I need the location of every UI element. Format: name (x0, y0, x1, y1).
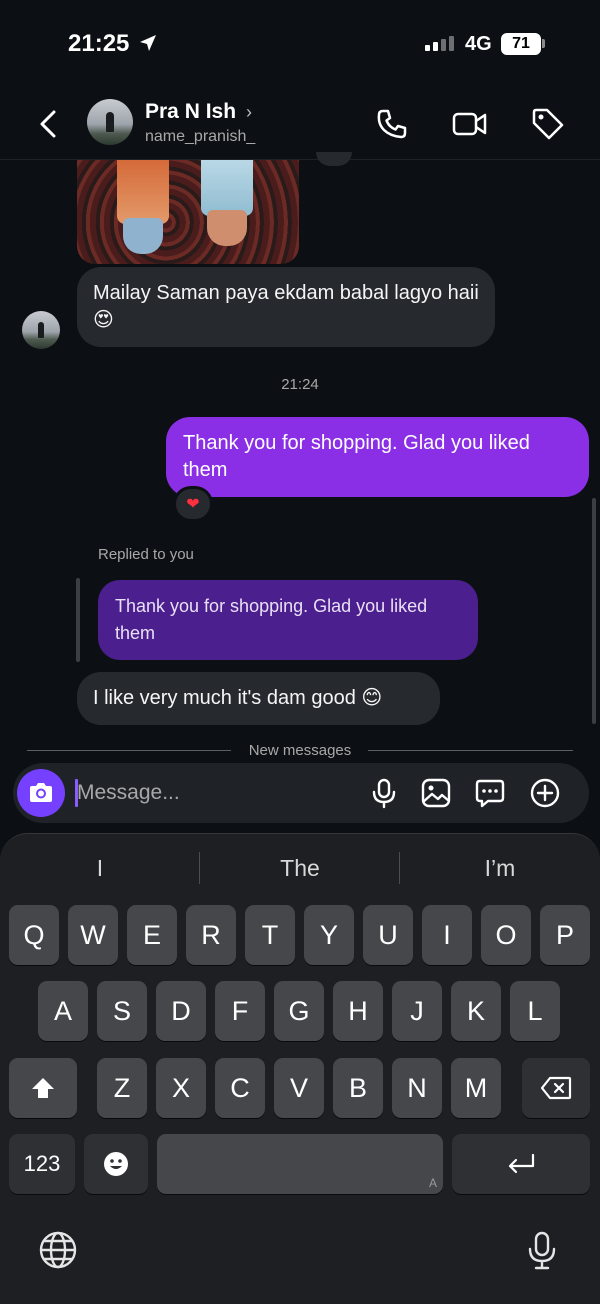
suggestion[interactable]: I (1, 846, 199, 890)
tag-icon[interactable] (530, 106, 566, 142)
backspace-icon (540, 1076, 572, 1100)
key[interactable]: T (245, 905, 295, 965)
back-arrow-icon[interactable] (32, 104, 64, 144)
chat-scrollbar[interactable] (592, 498, 596, 724)
cell-signal-icon (425, 36, 454, 51)
return-key[interactable] (452, 1134, 590, 1194)
microphone-icon[interactable] (368, 777, 400, 809)
shared-photo[interactable] (77, 160, 299, 264)
key[interactable]: B (333, 1058, 383, 1118)
reply-indicator-bar (76, 578, 80, 662)
heart-icon: ❤ (186, 496, 200, 513)
message-composer (13, 763, 589, 823)
key[interactable]: Q (9, 905, 59, 965)
emoji-icon (104, 1152, 128, 1176)
incoming-message-bubble[interactable]: Mailay Saman paya ekdam babal lagyo haii… (77, 267, 495, 347)
globe-icon[interactable] (38, 1230, 78, 1270)
key[interactable]: V (274, 1058, 324, 1118)
message-input[interactable] (77, 775, 347, 811)
key[interactable]: C (215, 1058, 265, 1118)
quoted-message-bubble[interactable]: Thank you for shopping. Glad you liked t… (98, 580, 478, 660)
key[interactable]: Y (304, 905, 354, 965)
backspace-key[interactable] (522, 1058, 590, 1118)
shift-key[interactable] (9, 1058, 77, 1118)
dictation-mic-icon[interactable] (522, 1230, 562, 1270)
key[interactable]: I (422, 905, 472, 965)
status-bar: 21:25 4G 71 (0, 0, 600, 88)
battery-level: 71 (512, 35, 530, 52)
contact-username[interactable]: name_pranish_ (145, 128, 255, 146)
key[interactable]: P (540, 905, 590, 965)
return-icon (508, 1153, 535, 1174)
key[interactable]: J (392, 981, 442, 1041)
sender-avatar[interactable] (22, 311, 60, 349)
location-arrow-icon (140, 35, 156, 51)
key[interactable]: W (68, 905, 118, 965)
space-bar[interactable]: A (157, 1134, 443, 1194)
numbers-key[interactable]: 123 (9, 1134, 75, 1194)
key[interactable]: U (363, 905, 413, 965)
key[interactable]: O (481, 905, 531, 965)
previous-reaction-pill (316, 152, 352, 166)
outgoing-message-bubble[interactable]: Thank you for shopping. Glad you liked t… (166, 417, 589, 497)
key[interactable]: S (97, 981, 147, 1041)
avatar[interactable] (87, 99, 133, 145)
key[interactable]: M (451, 1058, 501, 1118)
chat-header: Pra N Ish › name_pranish_ (0, 88, 600, 160)
camera-button[interactable] (17, 769, 65, 817)
key[interactable]: H (333, 981, 383, 1041)
camera-icon (30, 783, 52, 802)
status-time: 21:25 (68, 30, 130, 57)
key[interactable]: D (156, 981, 206, 1041)
predictive-bar: I The I’m (0, 846, 600, 890)
message-text: I like very much it's dam good 😊 (93, 687, 383, 709)
message-text: Mailay Saman paya ekdam babal lagyo haii… (93, 282, 479, 331)
chevron-right-icon[interactable]: › (246, 102, 252, 123)
key[interactable]: A (38, 981, 88, 1041)
key[interactable]: L (510, 981, 560, 1041)
key[interactable]: F (215, 981, 265, 1041)
key[interactable]: K (451, 981, 501, 1041)
battery-nub (542, 39, 545, 48)
message-timestamp: 21:24 (281, 376, 319, 393)
key[interactable]: X (156, 1058, 206, 1118)
image-icon[interactable] (420, 777, 452, 809)
key[interactable]: E (127, 905, 177, 965)
sticker-chat-icon[interactable] (474, 777, 506, 809)
contact-name[interactable]: Pra N Ish (145, 100, 236, 124)
shift-icon (32, 1078, 54, 1098)
space-hint: A (428, 1176, 437, 1190)
heart-reaction[interactable]: ❤ (173, 486, 213, 522)
network-type: 4G (465, 33, 492, 55)
new-messages-divider: New messages (27, 741, 573, 761)
replied-to-you-label: Replied to you (98, 546, 194, 563)
key[interactable]: G (274, 981, 324, 1041)
video-camera-icon[interactable] (452, 106, 488, 142)
phone-icon[interactable] (374, 106, 410, 142)
battery-icon: 71 (501, 33, 541, 55)
key[interactable]: R (186, 905, 236, 965)
key[interactable]: N (392, 1058, 442, 1118)
quoted-text: Thank you for shopping. Glad you liked t… (115, 596, 428, 643)
keyboard: I The I’m Q W E R T Y U I O P A S D F G … (0, 833, 600, 1304)
suggestion[interactable]: The (201, 846, 399, 890)
incoming-message-bubble[interactable]: I like very much it's dam good 😊 (77, 672, 440, 725)
message-text: Thank you for shopping. Glad you liked t… (183, 432, 530, 481)
key[interactable]: Z (97, 1058, 147, 1118)
plus-icon[interactable] (529, 777, 561, 809)
suggestion[interactable]: I’m (401, 846, 599, 890)
emoji-key[interactable] (84, 1134, 148, 1194)
new-messages-label: New messages (248, 742, 352, 759)
